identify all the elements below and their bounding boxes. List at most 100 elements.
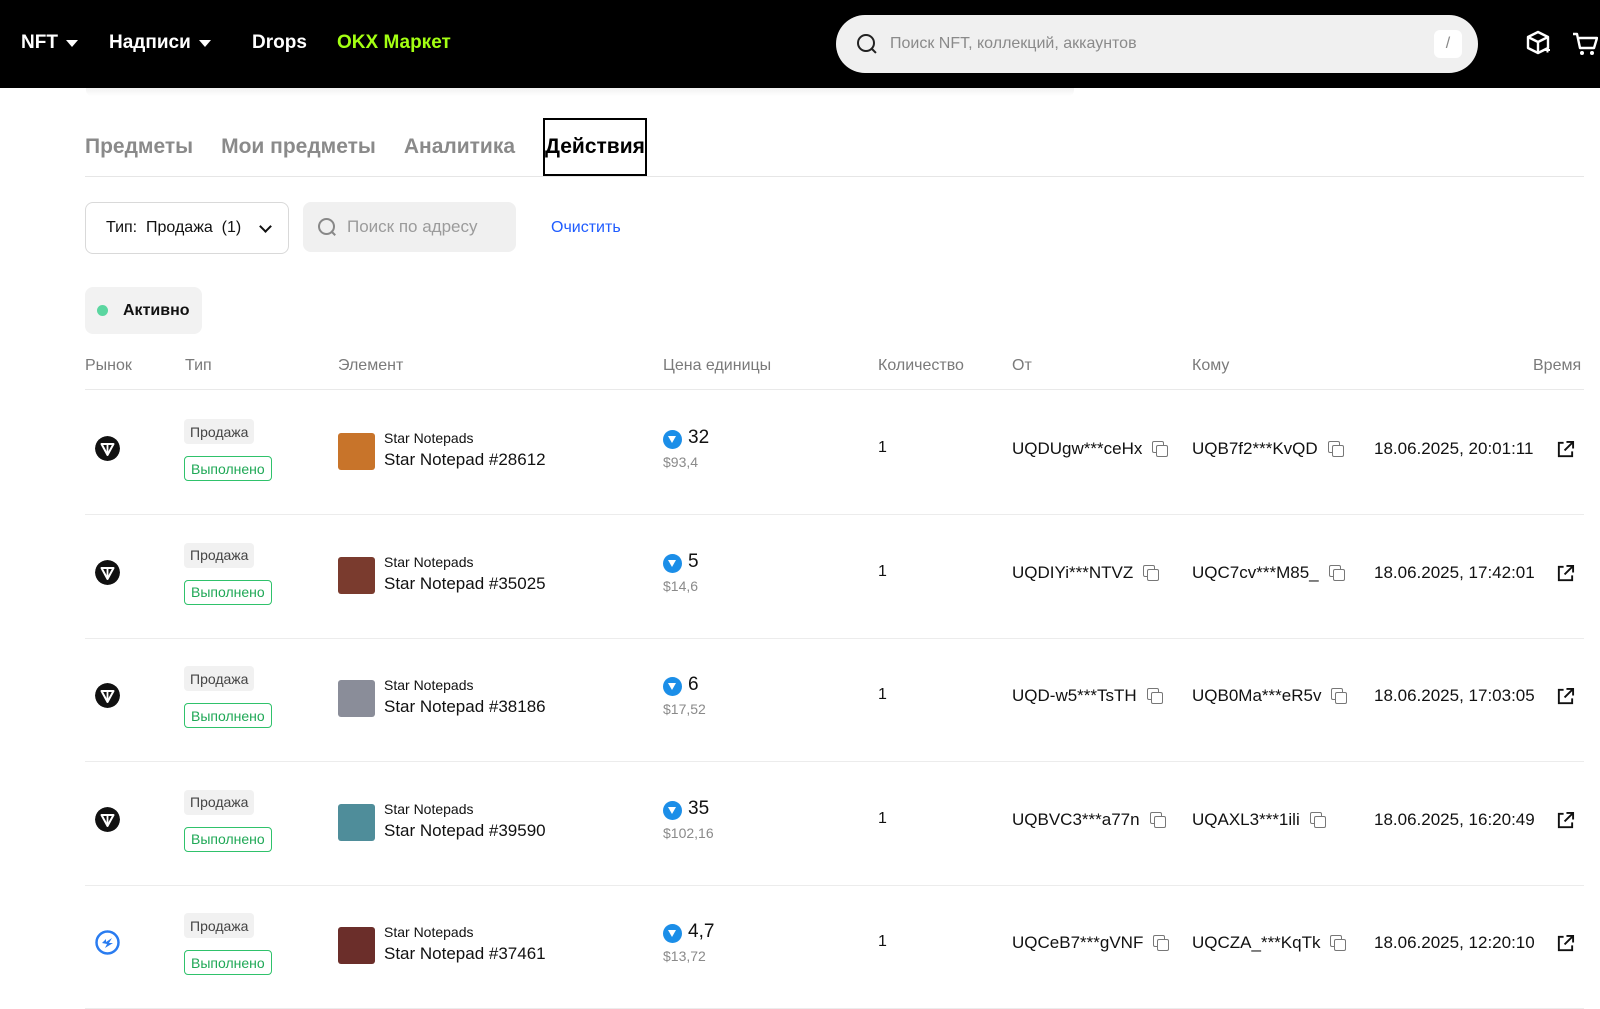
- external-link-icon[interactable]: [1556, 811, 1575, 830]
- quantity: 1: [878, 562, 887, 580]
- to-address[interactable]: UQC7cv***M85_: [1192, 563, 1319, 583]
- copy-icon[interactable]: [1149, 811, 1166, 828]
- nav-inscriptions-dropdown[interactable]: Надписи: [109, 30, 211, 56]
- nav-drops-link[interactable]: Drops: [252, 30, 307, 56]
- timestamp: 18.06.2025, 16:20:49: [1374, 809, 1535, 829]
- okx-market-icon: [95, 436, 120, 461]
- status-badge: Выполнено: [184, 456, 272, 481]
- search-shortcut-key: /: [1434, 30, 1462, 58]
- okx-market-icon: [95, 683, 120, 708]
- tab-activity[interactable]: Действия: [543, 118, 647, 176]
- search-icon: [856, 33, 878, 55]
- tab-analytics[interactable]: Аналитика: [404, 118, 515, 176]
- type-badge: Продажа: [184, 666, 255, 691]
- copy-icon[interactable]: [1146, 688, 1163, 704]
- search-icon: [317, 217, 337, 237]
- nav-inscriptions-label: Надписи: [109, 32, 191, 53]
- column-header-market: Рынок: [85, 357, 132, 374]
- unit-price: 6: [688, 674, 699, 695]
- to-address[interactable]: UQCZA_***KqTk: [1192, 933, 1320, 953]
- table-row[interactable]: Продажа Выполнено Star Notepads Star Not…: [0, 886, 1600, 1009]
- from-address[interactable]: UQBVC3***a77n: [1012, 810, 1140, 830]
- cart-icon[interactable]: [1572, 28, 1598, 58]
- tab-my-items[interactable]: Мои предметы: [221, 118, 376, 176]
- ton-icon: [663, 553, 682, 573]
- type-filter-dropdown[interactable]: Тип: Продажа (1): [85, 202, 289, 254]
- status-badge: Выполнено: [184, 579, 272, 605]
- item-name[interactable]: Star Notepad #28612: [384, 450, 546, 470]
- external-link-icon[interactable]: [1556, 440, 1575, 459]
- table-row[interactable]: Продажа Выполнено Star Notepads Star Not…: [0, 392, 1600, 515]
- from-address[interactable]: UQDIYi***NTVZ: [1012, 563, 1133, 583]
- copy-icon[interactable]: [1153, 935, 1170, 951]
- from-address[interactable]: UQCeB7***gVNF: [1012, 933, 1143, 953]
- quantity: 1: [878, 686, 887, 703]
- tabs-divider: [85, 176, 1584, 177]
- caret-down-icon: [198, 39, 211, 47]
- type-badge: Продажа: [184, 789, 255, 815]
- copy-icon[interactable]: [1327, 441, 1344, 457]
- address-search-input[interactable]: [347, 217, 507, 237]
- table-row[interactable]: Продажа Выполнено Star Notepads Star Not…: [0, 639, 1600, 762]
- quantity: 1: [878, 439, 887, 456]
- cube-icon[interactable]: [1523, 28, 1553, 58]
- type-badge: Продажа: [184, 913, 255, 938]
- collection-name[interactable]: Star Notepads: [384, 554, 474, 570]
- collection-tabs: Предметы Мои предметы Аналитика Действия: [85, 118, 675, 176]
- collection-name[interactable]: Star Notepads: [384, 801, 474, 817]
- global-search-input[interactable]: [890, 35, 1420, 53]
- from-address[interactable]: UQD-w5***TsTH: [1012, 686, 1137, 706]
- nft-thumbnail[interactable]: [338, 927, 375, 964]
- copy-icon[interactable]: [1143, 564, 1160, 581]
- status-badge: Выполнено: [184, 950, 272, 975]
- item-name[interactable]: Star Notepad #35025: [384, 574, 546, 594]
- address-search[interactable]: [303, 202, 516, 252]
- nav-drops-label: Drops: [252, 32, 307, 53]
- to-address[interactable]: UQB0Ma***eR5v: [1192, 686, 1321, 706]
- external-link-icon[interactable]: [1556, 934, 1575, 953]
- timestamp: 18.06.2025, 17:03:05: [1374, 686, 1535, 705]
- unit-price: 35: [688, 797, 710, 819]
- item-name[interactable]: Star Notepad #39590: [384, 821, 546, 841]
- copy-icon[interactable]: [1309, 811, 1326, 828]
- nav-nft-dropdown[interactable]: NFT: [21, 30, 78, 56]
- from-address[interactable]: UQDUgw***ceHx: [1012, 439, 1142, 459]
- nft-thumbnail[interactable]: [338, 433, 375, 470]
- nav-okx-market-link[interactable]: OKX Маркет: [337, 30, 451, 56]
- table-row[interactable]: Продажа Выполнено Star Notepads Star Not…: [0, 763, 1600, 886]
- copy-icon[interactable]: [1152, 441, 1169, 457]
- item-name[interactable]: Star Notepad #37461: [384, 944, 546, 964]
- global-search[interactable]: /: [836, 15, 1478, 73]
- nft-thumbnail[interactable]: [338, 680, 375, 717]
- nft-thumbnail[interactable]: [338, 556, 375, 594]
- item-name[interactable]: Star Notepad #38186: [384, 697, 546, 717]
- quantity: 1: [878, 809, 887, 827]
- getgems-market-icon: [95, 930, 120, 955]
- column-header-from: От: [1012, 357, 1032, 374]
- collection-name[interactable]: Star Notepads: [384, 430, 474, 446]
- collection-name[interactable]: Star Notepads: [384, 924, 474, 940]
- table-header-divider: [85, 389, 1584, 390]
- to-address[interactable]: UQAXL3***1ili: [1192, 810, 1300, 830]
- column-header-to: Кому: [1192, 357, 1230, 374]
- chevron-down-icon: [259, 220, 272, 233]
- unit-price: 5: [688, 550, 699, 572]
- tab-items[interactable]: Предметы: [85, 118, 193, 176]
- collection-name[interactable]: Star Notepads: [384, 677, 474, 693]
- to-address[interactable]: UQB7f2***KvQD: [1192, 439, 1318, 459]
- unit-price-usd: $14,6: [663, 577, 699, 594]
- clear-filters-button[interactable]: Очистить: [551, 219, 621, 237]
- external-link-icon[interactable]: [1556, 564, 1575, 583]
- unit-price: 32: [688, 427, 710, 448]
- table-row[interactable]: Продажа Выполнено Star Notepads Star Not…: [0, 516, 1600, 639]
- quantity: 1: [878, 933, 887, 950]
- unit-price-usd: $102,16: [663, 824, 714, 841]
- column-header-unit-price: Цена единицы: [663, 357, 772, 374]
- status-filter-chip[interactable]: Активно: [85, 287, 202, 334]
- copy-icon[interactable]: [1328, 564, 1345, 581]
- column-header-type: Тип: [185, 357, 212, 374]
- external-link-icon[interactable]: [1556, 687, 1575, 706]
- copy-icon[interactable]: [1330, 935, 1347, 951]
- copy-icon[interactable]: [1331, 688, 1348, 704]
- nft-thumbnail[interactable]: [338, 803, 375, 841]
